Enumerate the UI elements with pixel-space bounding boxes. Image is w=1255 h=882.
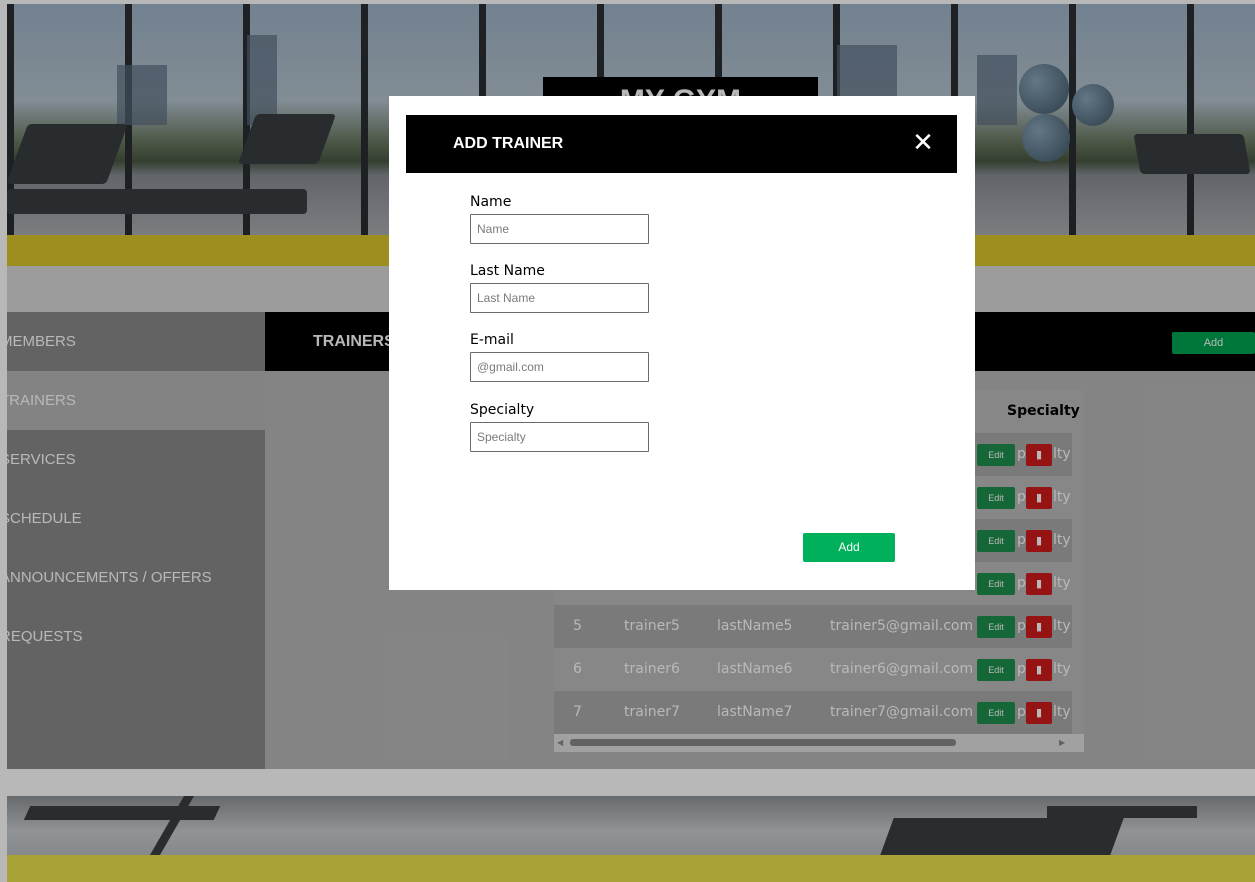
modal-title: ADD TRAINER [453, 135, 564, 152]
email-input[interactable] [470, 352, 649, 382]
last-name-label: Last Name [470, 263, 545, 279]
add-trainer-modal: ADD TRAINER ✕ Name Last Name E-mail Spec… [389, 96, 975, 590]
email-label: E-mail [470, 332, 514, 348]
close-icon[interactable]: ✕ [909, 129, 937, 157]
specialty-input[interactable] [470, 422, 649, 452]
specialty-label: Specialty [470, 402, 535, 418]
last-name-input[interactable] [470, 283, 649, 313]
name-label: Name [470, 194, 512, 210]
name-input[interactable] [470, 214, 649, 244]
submit-add-button[interactable]: Add [803, 533, 895, 562]
modal-header: ADD TRAINER ✕ [406, 115, 957, 173]
